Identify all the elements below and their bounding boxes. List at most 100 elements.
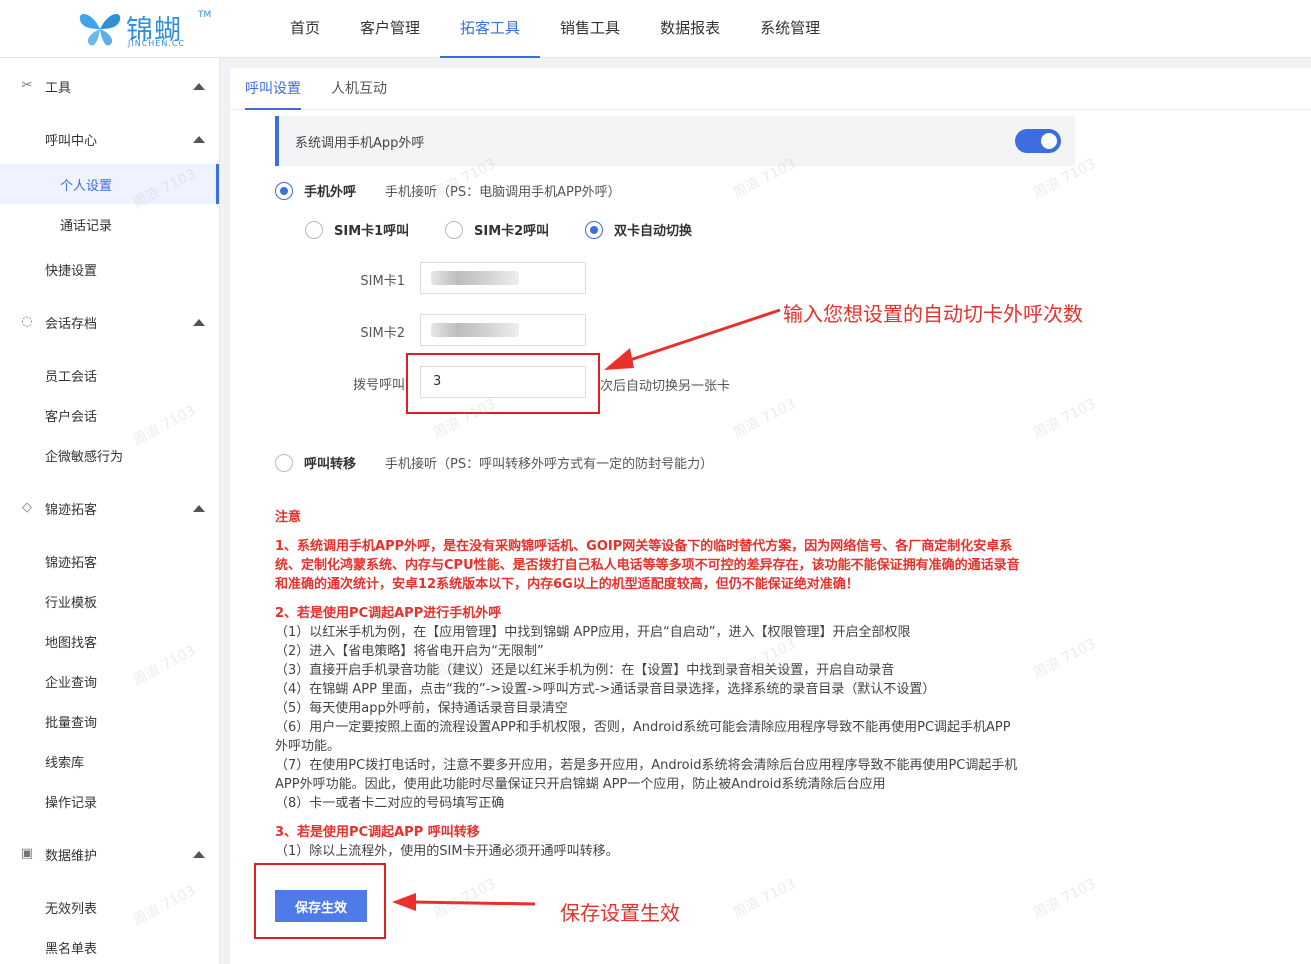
sidebar-item-sensitive-behavior[interactable]: 企微敏感行为 [0,435,219,475]
sidebar-item-label: 批量查询 [45,715,98,731]
radio-label: SIM卡1呼叫 [334,224,410,239]
nav-customer-management[interactable]: 客户管理 [340,0,440,58]
note-2-line: （7）在使用PC拨打电话时，注意不要多开应用，若是多开应用，Android系统将… [275,758,1018,773]
app-call-switch[interactable] [1015,129,1061,153]
sidebar-item-blacklist[interactable]: 黑名单表 [0,927,219,964]
tab-call-settings[interactable]: 呼叫设置 [245,68,301,110]
sidebar-item-label: 快捷设置 [45,263,98,279]
radio-call-forward[interactable]: 呼叫转移 [275,453,356,472]
sidebar-item-map-search[interactable]: 地图找客 [0,621,219,661]
database-icon: ▣ [20,846,34,861]
top-bar: 锦蝴 TM JINCHEN.CC 首页 客户管理 拓客工具 销售工具 数据报表 … [0,0,1311,58]
sidebar-group-chat-archive[interactable]: ◌ 会话存档 [0,302,219,342]
radio-sim2[interactable]: SIM卡2呼叫 [445,220,549,239]
sidebar-item-label: 地图找客 [45,635,98,651]
sim2-label: SIM卡2 [360,326,405,341]
sidebar-group-tools[interactable]: ✂ 工具 [0,66,219,106]
sim2-number-input[interactable] [420,314,586,346]
radio-dot [305,220,323,239]
nav-sales-tools[interactable]: 销售工具 [540,0,640,58]
chevron-up-icon [193,850,205,858]
sidebar-item-quick-settings[interactable]: 快捷设置 [0,249,219,289]
notes-title: 注意 [275,510,302,525]
note-1-line-2: 统、定制化鸿蒙系统、内存与CPU性能、是否拨打自己私人电话等等多项不可控的差异存… [275,558,1020,573]
butterfly-logo-icon [79,13,121,46]
call-forward-hint: 手机接听（PS：呼叫转移外呼方式有一定的防封号能力） [385,457,714,472]
sidebar-group-label: 锦迹拓客 [45,502,98,518]
sidebar-item-label: 无效列表 [45,901,98,917]
sidebar-group-jinji[interactable]: ◇ 锦迹拓客 [0,488,219,528]
chevron-up-icon [193,318,205,326]
sidebar-item-label: 企业查询 [45,675,98,691]
sidebar-item-personal-settings[interactable]: 个人设置 [0,164,219,204]
sidebar-sub-call-center[interactable]: 呼叫中心 [0,119,219,159]
sidebar-item-label: 黑名单表 [45,941,98,957]
save-tip-annotation: 保存设置生效 [560,901,680,925]
sidebar-group-data-maintenance[interactable]: ▣ 数据维护 [0,834,219,874]
sidebar-item-label: 个人设置 [60,178,113,194]
chevron-up-icon [193,82,205,90]
note-2-line: （1）以红米手机为例，在【应用管理】中找到锦蝴 APP应用，开启“自启动”，进入… [275,625,911,640]
sidebar-item-industry-template[interactable]: 行业模板 [0,581,219,621]
sidebar-item-enterprise-query[interactable]: 企业查询 [0,661,219,701]
chat-icon: ◌ [21,314,33,329]
top-nav: 首页 客户管理 拓客工具 销售工具 数据报表 系统管理 [270,0,840,58]
main-panel: 呼叫设置 人机互动 系统调用手机App外呼 手机外呼 手机接听（PS：电脑调用手… [230,68,1311,964]
note-2-line: （8）卡一或者卡二对应的号码填写正确 [275,796,505,811]
nav-prospecting-tools[interactable]: 拓客工具 [440,0,541,58]
sidebar-item-batch-query[interactable]: 批量查询 [0,701,219,741]
mobile-call-hint: 手机接听（PS：电脑调用手机APP外呼） [385,185,621,200]
sidebar-item-employee-chat[interactable]: 员工会话 [0,355,219,395]
sidebar-item-jinji-tuoke[interactable]: 锦迹拓客 [0,541,219,581]
note-1-line-1: 1、系统调用手机APP外呼，是在没有采购锦呼话机、GOIP网关等设备下的临时替代… [275,539,1013,554]
app-call-setting-bar: 系统调用手机App外呼 [275,116,1075,166]
logo[interactable]: 锦蝴 TM JINCHEN.CC [76,8,236,50]
radio-label: 双卡自动切换 [614,224,693,239]
radio-label: 手机外呼 [304,185,357,200]
chevron-up-icon [193,135,205,143]
sidebar-group-label: 数据维护 [45,848,98,864]
sidebar-item-operation-log[interactable]: 操作记录 [0,781,219,821]
note-2-line: （2）进入【省电策略】将省电开启为“无限制” [275,644,544,659]
radio-mobile-call[interactable]: 手机外呼 [275,181,356,200]
sidebar-sub-label: 呼叫中心 [45,133,98,149]
sidebar-item-label: 线索库 [45,755,85,771]
sidebar-item-label: 行业模板 [45,595,98,611]
sidebar-item-call-records[interactable]: 通话记录 [0,204,219,244]
sim1-number-input[interactable] [420,262,586,294]
sidebar-item-leads-library[interactable]: 线索库 [0,741,219,781]
app-call-label: 系统调用手机App外呼 [295,136,425,151]
nav-home[interactable]: 首页 [270,0,340,58]
sidebar-item-label: 锦迹拓客 [45,555,98,571]
tab-bar: 呼叫设置 人机互动 [230,68,1311,110]
sidebar-item-label: 企微敏感行为 [45,449,124,465]
tab-human-machine[interactable]: 人机互动 [331,68,387,110]
radio-dual-auto-switch[interactable]: 双卡自动切换 [585,220,692,239]
note-2-line: （5）每天使用app外呼前，保持通话录音目录清空 [275,701,568,716]
switch-knob [1041,133,1057,149]
tools-icon: ✂ [21,78,33,93]
sidebar: ✂ 工具 呼叫中心 个人设置 通话记录 快捷设置 ◌ 会话存档 员工会话 客户会… [0,58,220,964]
radio-label: 呼叫转移 [304,457,357,472]
brand-tm: TM [198,10,212,20]
sidebar-item-label: 通话记录 [60,218,113,234]
radio-dot [585,220,603,239]
sidebar-item-customer-chat[interactable]: 客户会话 [0,395,219,435]
note-1-line-3: 和准确的通次统计，安卓12系统版本以下，内存6G以上的机型适配度较高，但仍不能保… [275,577,859,592]
note-2-line: APP外呼功能。因此，使用此功能时尽量保证只开启锦蝴 APP一个应用，防止被An… [275,777,886,792]
nav-data-reports[interactable]: 数据报表 [640,0,740,58]
redacted-number [431,323,519,337]
nav-system-management[interactable]: 系统管理 [740,0,840,58]
radio-sim1[interactable]: SIM卡1呼叫 [305,220,409,239]
diamond-icon: ◇ [22,500,32,515]
sidebar-item-label: 操作记录 [45,795,98,811]
redacted-number [431,271,519,285]
dial-tip-annotation: 输入您想设置的自动切卡外呼次数 [783,302,1083,326]
radio-dot [275,181,293,200]
radio-dot [275,453,293,472]
arrow-annotation-icon [392,893,536,911]
sidebar-item-invalid-list[interactable]: 无效列表 [0,887,219,927]
note-2-line: （6）用户一定要按照上面的流程设置APP和手机权限，否则，Android系统可能… [275,720,1011,735]
sidebar-item-label: 客户会话 [45,409,98,425]
sidebar-group-label: 工具 [45,80,72,96]
